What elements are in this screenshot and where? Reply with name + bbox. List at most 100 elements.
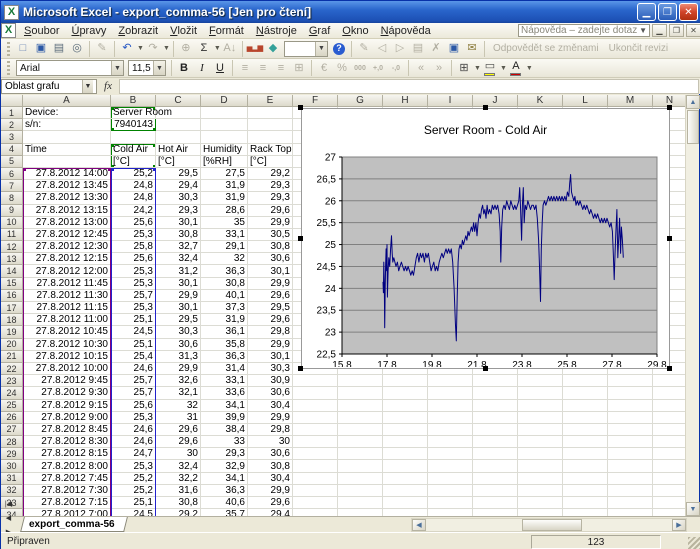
chart-resize-handle[interactable] [483,366,488,371]
cell-F25[interactable] [293,400,338,412]
menu-vlozit[interactable]: Vložit [164,24,203,38]
cell-H30[interactable] [383,460,428,472]
cell-N24[interactable] [653,387,687,399]
cell-A34[interactable]: 27.8.2012 7:00 [23,509,111,516]
cell-D13[interactable]: 32 [201,253,248,265]
cell-G30[interactable] [338,460,383,472]
cell-M33[interactable] [608,497,653,509]
cell-A7[interactable]: 27.8.2012 13:45 [23,180,111,192]
cell-L26[interactable] [563,412,608,424]
cell-C8[interactable]: 30,3 [156,192,201,204]
cell-A30[interactable]: 27.8.2012 8:00 [23,460,111,472]
cell-N29[interactable] [653,448,687,460]
cell-C33[interactable]: 30,8 [156,497,201,509]
cell-E34[interactable]: 29,4 [248,509,293,516]
chevron-down-icon[interactable]: ▼ [137,45,144,52]
cell-A33[interactable]: 27.8.2012 7:15 [23,497,111,509]
cell-K26[interactable] [518,412,563,424]
cell-L24[interactable] [563,387,608,399]
cell-B20[interactable]: 25,1 [111,339,156,351]
cell-D16[interactable]: 40,1 [201,290,248,302]
print-preview-icon[interactable]: ◎ [68,40,86,57]
row-header-5[interactable]: 5 [1,156,23,168]
cell-B2[interactable]: 7940143 [111,119,156,131]
help-question-box[interactable]: Nápověda – zadejte dotaz ▼ [518,24,650,37]
underline-icon[interactable]: U [211,60,229,77]
cell-B14[interactable]: 25,3 [111,265,156,277]
cell-D20[interactable]: 35,8 [201,339,248,351]
cell-A12[interactable]: 27.8.2012 12:30 [23,241,111,253]
cell-E9[interactable]: 29,6 [248,205,293,217]
cell-J33[interactable] [473,497,518,509]
row-header-28[interactable]: 28 [1,436,23,448]
cell-D5[interactable]: [%RH] [201,156,248,168]
cell-E16[interactable]: 29,6 [248,290,293,302]
cell-A5[interactable] [23,156,111,168]
workbook-minimize-button[interactable]: ▁ [652,24,667,37]
cell-B19[interactable]: 24,5 [111,326,156,338]
cell-L23[interactable] [563,375,608,387]
cell-G28[interactable] [338,436,383,448]
cell-A16[interactable]: 27.8.2012 11:30 [23,290,111,302]
align-left-icon[interactable]: ≡ [236,60,254,77]
align-right-icon[interactable]: ≡ [272,60,290,77]
cell-A27[interactable]: 27.8.2012 8:45 [23,424,111,436]
cell-C22[interactable]: 29,9 [156,363,201,375]
decrease-decimal-icon[interactable]: -,0 [387,60,405,77]
cell-C25[interactable]: 32 [156,400,201,412]
menu-soubor[interactable]: Soubor [18,24,65,38]
cell-M28[interactable] [608,436,653,448]
cell-C12[interactable]: 32,7 [156,241,201,253]
cell-B15[interactable]: 25,3 [111,278,156,290]
cell-I25[interactable] [428,400,473,412]
row-header-26[interactable]: 26 [1,412,23,424]
cell-G26[interactable] [338,412,383,424]
scroll-left-icon[interactable]: ◀ [412,519,426,531]
font-size-combo[interactable]: 11,5▼ [128,60,166,76]
chart-resize-handle[interactable] [667,105,672,110]
cell-D21[interactable]: 36,3 [201,351,248,363]
cell-B8[interactable]: 24,8 [111,192,156,204]
cell-A21[interactable]: 27.8.2012 10:15 [23,351,111,363]
row-header-6[interactable]: 6 [1,168,23,180]
chevron-down-icon[interactable]: ▼ [474,65,481,72]
cell-C10[interactable]: 30,1 [156,217,201,229]
minimize-button[interactable]: ▁ [637,3,656,21]
cell-D25[interactable]: 34,1 [201,400,248,412]
cell-A32[interactable]: 27.8.2012 7:30 [23,485,111,497]
cell-D30[interactable]: 32,9 [201,460,248,472]
end-review-button[interactable]: Ukončit revizi [604,43,673,54]
menu-okno[interactable]: Okno [336,24,374,38]
row-header-25[interactable]: 25 [1,400,23,412]
cell-I23[interactable] [428,375,473,387]
cell-H25[interactable] [383,400,428,412]
menu-nastroje[interactable]: Nástroje [250,24,303,38]
cell-B12[interactable]: 25,8 [111,241,156,253]
cell-E15[interactable]: 29,9 [248,278,293,290]
chart-resize-handle[interactable] [298,366,303,371]
row-header-16[interactable]: 16 [1,290,23,302]
cell-E2[interactable] [248,119,293,131]
cell-N28[interactable] [653,436,687,448]
cell-B25[interactable]: 25,6 [111,400,156,412]
vertical-scroll-thumb[interactable] [687,110,699,144]
cell-E12[interactable]: 30,8 [248,241,293,253]
cell-M27[interactable] [608,424,653,436]
menu-napoveda[interactable]: Nápověda [375,24,437,38]
cell-N31[interactable] [653,473,687,485]
cell-C28[interactable]: 29,6 [156,436,201,448]
cell-F29[interactable] [293,448,338,460]
cell-J25[interactable] [473,400,518,412]
new-document-icon[interactable]: □ [14,40,32,57]
cell-E29[interactable]: 30,6 [248,448,293,460]
cell-I33[interactable] [428,497,473,509]
cell-E30[interactable]: 30,8 [248,460,293,472]
cell-B23[interactable]: 25,7 [111,375,156,387]
cell-L34[interactable] [563,509,608,516]
cell-D33[interactable]: 40,6 [201,497,248,509]
row-header-1[interactable]: 1 [1,107,23,119]
cell-B4[interactable]: Cold Air [111,144,156,156]
cell-G34[interactable] [338,509,383,516]
cell-F28[interactable] [293,436,338,448]
row-header-13[interactable]: 13 [1,253,23,265]
